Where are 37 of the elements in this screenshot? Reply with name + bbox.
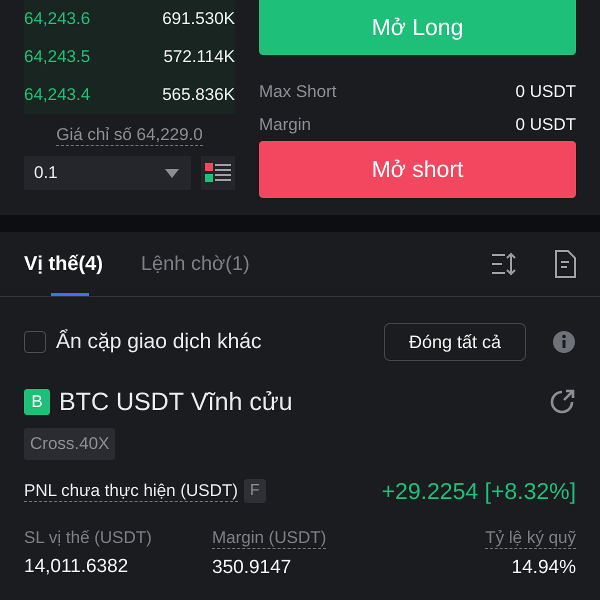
stat-value: 0 USDT <box>516 115 576 135</box>
document-icon[interactable] <box>554 250 576 278</box>
precision-dropdown[interactable]: 0.1 <box>24 156 191 190</box>
index-price[interactable]: Giá chỉ số 64,229.0 <box>56 124 203 146</box>
sort-icon[interactable] <box>490 251 516 277</box>
share-icon[interactable] <box>548 388 576 416</box>
tab[interactable]: Lệnh chờ(1) <box>140 232 250 296</box>
metric-label: SL vị thế (USDT) <box>24 528 152 548</box>
checkbox-label: Ẩn cặp giao dịch khác <box>56 330 262 354</box>
bid-amount: 572.114K <box>163 47 235 67</box>
book-layout-button[interactable] <box>201 156 235 190</box>
open-short-button[interactable]: Mở short <box>259 141 576 198</box>
bid-price: 64,243.5 <box>24 47 90 67</box>
pnl-label[interactable]: PNL chưa thực hiện (USDT) <box>24 480 238 502</box>
metric-value: 14,011.6382 <box>24 556 128 578</box>
stat-label: Max Short <box>259 82 336 102</box>
info-icon[interactable] <box>552 330 576 354</box>
checkbox[interactable] <box>24 331 46 353</box>
margin-mode-tag: Cross.40X <box>24 428 116 460</box>
metric-label: Margin (USDT) <box>212 528 326 549</box>
contract-type: Vĩnh cửu <box>191 388 293 416</box>
pnl-value: +29.2254 [+8.32%] <box>382 478 576 504</box>
bid-amount: 565.836K <box>162 85 235 105</box>
metric-value: 350.9147 <box>212 557 292 579</box>
flag-tag: F <box>244 479 266 503</box>
metric-label: Tỷ lệ ký quỹ <box>485 528 576 549</box>
position-symbol: BTC USDT <box>59 388 184 416</box>
bid-price: 64,243.4 <box>24 85 90 105</box>
tab[interactable]: Vị thế(4) <box>24 232 103 296</box>
bid-price: 64,243.6 <box>24 9 90 29</box>
stat-label: Margin <box>259 115 311 135</box>
bid-amount: 691.530K <box>162 9 235 29</box>
close-all-button[interactable]: Đóng tất cả <box>384 323 526 361</box>
side-badge: B <box>24 389 50 415</box>
metric-value: 14.94% <box>512 557 576 579</box>
stat-value: 0 USDT <box>516 82 576 102</box>
caret-icon <box>165 168 179 178</box>
